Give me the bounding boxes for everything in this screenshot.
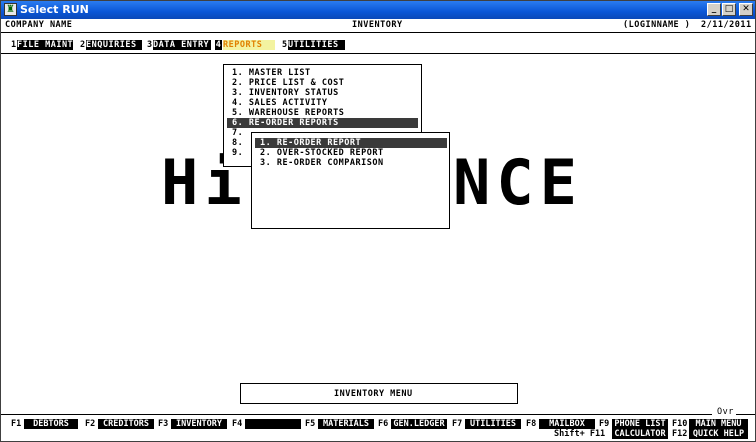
fkey-label-quick-help: QUICK HELP [689, 429, 748, 439]
close-button[interactable]: ✕ [739, 3, 753, 16]
maximize-button[interactable]: □ [722, 3, 736, 16]
menu-1-num: 1 [11, 40, 17, 50]
title-bar[interactable]: ♜ Select RUN _ □ ✕ [1, 1, 755, 19]
application-window: ♜ Select RUN _ □ ✕ COMPANY NAME INVENTOR… [0, 0, 756, 442]
fkey-label-mailbox: MAILBOX [539, 419, 595, 429]
login-name: (LOGINNAME ) [623, 20, 691, 30]
app-icon[interactable]: ♜ [4, 3, 17, 16]
fkey-label-main-menu: MAIN MENU [689, 419, 748, 429]
reports-item-9[interactable]: 9. [232, 148, 243, 158]
fkey-label-materials: MATERIALS [318, 419, 374, 429]
reorder-item-3[interactable]: 3. RE-ORDER COMPARISON [260, 158, 384, 168]
footer-divider [1, 414, 712, 415]
reports-item-8[interactable]: 8. [232, 138, 243, 148]
menu-utilities[interactable]: UTILITIES [288, 40, 345, 50]
menu-file-maint[interactable]: FILE MAINT [17, 40, 73, 50]
header-divider [1, 32, 755, 33]
reports-item-4[interactable]: 4. SALES ACTIVITY [232, 98, 328, 108]
logo-text-right: NCE [453, 146, 583, 219]
reports-item-5[interactable]: 5. WAREHOUSE REPORTS [232, 108, 344, 118]
module-name: INVENTORY [352, 20, 403, 30]
fkey-label-debtors: DEBTORS [24, 419, 78, 429]
fkey-label-creditors: CREDITORS [98, 419, 154, 429]
menu-reports[interactable]: REPORTS [223, 40, 275, 50]
footer-divider-right [736, 414, 755, 415]
menu-data-entry[interactable]: DATA ENTRY [153, 40, 211, 50]
window-title: Select RUN [20, 3, 89, 16]
menu-2-num: 2 [80, 40, 86, 50]
company-name: COMPANY NAME [5, 20, 73, 30]
menu-3-num: 3 [147, 40, 153, 50]
minimize-button[interactable]: _ [707, 3, 721, 16]
fkey-label-utilities: UTILITIES [465, 419, 521, 429]
fkey-label-calculator: CALCULATOR [612, 429, 668, 439]
fkey-label-gen-ledger: GEN.LEDGER [391, 419, 447, 429]
reports-item-2[interactable]: 2. PRICE LIST & COST [232, 78, 344, 88]
reports-item-1[interactable]: 1. MASTER LIST [232, 68, 311, 78]
fkey-label-inventory: INVENTORY [171, 419, 227, 429]
reorder-item-1[interactable]: 1. RE-ORDER REPORT [260, 138, 361, 148]
current-date: 2/11/2011 [701, 20, 752, 30]
reports-item-3[interactable]: 3. INVENTORY STATUS [232, 88, 339, 98]
menu-4-num: 4 [215, 40, 222, 50]
mode-indicator: Ovr [717, 407, 734, 417]
menu-enquiries[interactable]: ENQUIRIES [86, 40, 142, 50]
reports-item-7[interactable]: 7. [232, 128, 243, 138]
reports-item-6[interactable]: 6. RE-ORDER REPORTS [232, 118, 339, 128]
reorder-item-2[interactable]: 2. OVER-STOCKED REPORT [260, 148, 384, 158]
terminal-screen: COMPANY NAME INVENTORY (LOGINNAME ) 2/11… [1, 19, 755, 441]
fkey-label-phone-list: PHONE LIST [612, 419, 668, 429]
menu-5-num: 5 [282, 40, 288, 50]
menu-name: INVENTORY MENU [334, 389, 413, 399]
menubar-divider [1, 53, 755, 54]
fkey-label-empty [245, 419, 301, 429]
